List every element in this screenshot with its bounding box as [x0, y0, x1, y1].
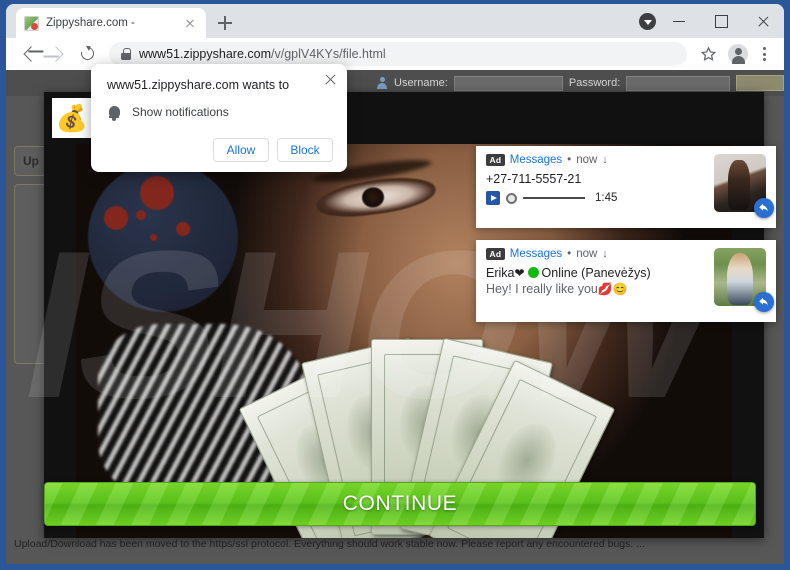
chevron-down-icon[interactable]: ↓ [602, 248, 608, 260]
kiss-lips-icon: 💋 [597, 282, 613, 297]
password-input[interactable] [626, 75, 730, 91]
taskbar [0, 564, 790, 570]
toast-time: now [576, 154, 598, 167]
screen: Zippyshare.com - www51.zippyshare.com/v/… [0, 0, 790, 570]
toast-body: Ad Messages • now ↓ +27-711-5557-21 1:45 [486, 154, 706, 218]
maximize-button[interactable] [700, 4, 742, 38]
browser-window: Zippyshare.com - www51.zippyshare.com/v/… [6, 4, 784, 564]
audio-progress-track[interactable] [523, 197, 585, 199]
toast-thumbnail[interactable] [714, 154, 774, 218]
browser-tab[interactable]: Zippyshare.com - [16, 8, 206, 38]
forward-arrow-icon [48, 46, 64, 62]
chevron-down-icon[interactable]: ↓ [602, 154, 608, 166]
message-body: Hey! I really like you [486, 282, 598, 297]
audio-duration: 1:45 [595, 192, 618, 205]
block-button[interactable]: Block [277, 138, 333, 162]
upload-button-label: Up [23, 154, 39, 168]
play-icon[interactable] [486, 191, 500, 206]
toast-source: Messages [509, 154, 563, 167]
download-chevron-icon[interactable] [639, 13, 656, 30]
continue-button-label: CONTINUE [342, 492, 458, 515]
close-icon[interactable] [182, 15, 198, 31]
continue-button[interactable]: CONTINUE [44, 482, 756, 526]
blue-circle-overlay [88, 162, 238, 312]
toast-thumbnail[interactable] [714, 248, 774, 312]
site-status-note: Upload/Download has been moved to the ht… [14, 538, 645, 550]
audio-scrubber-handle[interactable] [506, 192, 517, 204]
toast-header: Ad Messages • now ↓ [486, 154, 706, 167]
permission-row: Show notifications [107, 104, 331, 121]
zippyshare-favicon-icon [24, 15, 39, 31]
ad-badge: Ad [486, 154, 505, 167]
heart-icon: ❤ [514, 266, 525, 281]
url-text: www51.zippyshare.com/v/gplV4KYs/file.htm… [139, 47, 386, 61]
password-label: Password: [568, 77, 621, 89]
login-button[interactable] [735, 75, 784, 91]
toast-sender-status: Erika❤ Online (Panevėžys) [486, 266, 706, 280]
tab-title: Zippyshare.com - [46, 17, 135, 29]
url-host: www51.zippyshare.com [139, 47, 271, 61]
forward-button[interactable] [45, 41, 71, 67]
toast-message-text: Hey! I really like you💋😊 [486, 282, 706, 296]
reply-arrow-icon[interactable] [754, 292, 774, 312]
money-bag-icon: 💰 [52, 98, 92, 138]
dialog-close-icon[interactable] [323, 72, 338, 87]
minimize-button[interactable] [658, 4, 700, 38]
online-status-text: Online (Panevėžys) [541, 266, 651, 281]
profile-avatar[interactable] [728, 44, 748, 64]
three-dot-menu-icon[interactable] [754, 41, 774, 67]
reload-button[interactable] [74, 41, 100, 67]
username-label: Username: [394, 77, 448, 89]
dialog-actions: Allow Block [213, 138, 333, 162]
smiley-icon: 😊 [612, 282, 628, 297]
reply-arrow-icon[interactable] [754, 198, 774, 218]
toast-phone-number: +27-711-5557-21 [486, 172, 582, 187]
toast-header: Ad Messages • now ↓ [486, 248, 706, 261]
sender-name: Erika [486, 266, 515, 281]
new-tab-button[interactable] [214, 12, 236, 34]
tab-strip: Zippyshare.com - [6, 4, 784, 38]
user-icon [376, 77, 388, 89]
allow-button[interactable]: Allow [213, 138, 269, 162]
toast-source: Messages [509, 248, 563, 261]
ad-badge: Ad [486, 248, 505, 261]
toast-separator: • [567, 248, 572, 261]
star-icon[interactable] [696, 41, 722, 67]
toast-separator: • [567, 154, 572, 167]
reload-arrow-icon [78, 44, 97, 63]
bell-icon [107, 104, 121, 121]
toolbar-right-actions [696, 41, 774, 67]
back-button[interactable] [16, 41, 42, 67]
dialog-title: www51.zippyshare.com wants to [107, 78, 290, 92]
toast-body: Ad Messages • now ↓ Erika❤ Online (Panevė… [486, 248, 706, 312]
ad-notification-toast[interactable]: Ad Messages • now ↓ Erika❤ Online (Panevė… [476, 240, 776, 322]
lock-icon[interactable] [121, 48, 131, 60]
url-path: /v/gplV4KYs/file.html [271, 47, 386, 61]
username-input[interactable] [453, 75, 563, 91]
audio-player[interactable]: 1:45 [486, 191, 706, 206]
address-bar[interactable]: www51.zippyshare.com/v/gplV4KYs/file.htm… [109, 42, 687, 66]
online-status-dot [527, 267, 539, 279]
ad-notification-toast[interactable]: Ad Messages • now ↓ +27-711-5557-21 1:45 [476, 146, 776, 228]
permission-label: Show notifications [132, 105, 229, 119]
back-arrow-icon [23, 46, 39, 62]
window-controls [658, 4, 784, 38]
window-close-button[interactable] [742, 4, 784, 38]
toast-time: now [576, 248, 598, 261]
notification-permission-dialog[interactable]: www51.zippyshare.com wants to Show notif… [91, 64, 347, 172]
